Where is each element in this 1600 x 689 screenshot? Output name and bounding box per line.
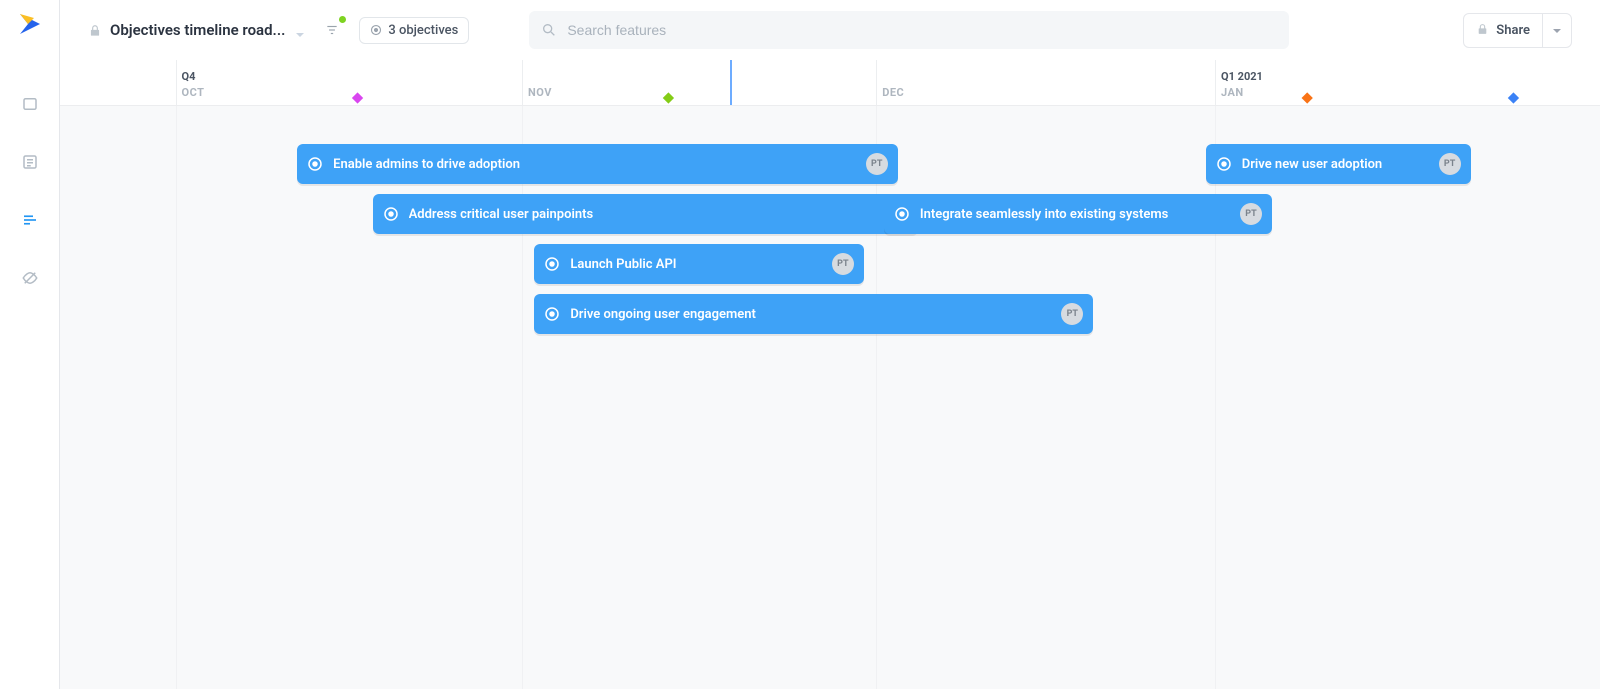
month-divider [1215,60,1216,105]
quarter-label: Q4 [182,70,196,83]
target-icon [307,156,323,172]
sidebar-item-board[interactable] [10,88,50,120]
sidebar-item-timeline[interactable] [10,204,50,236]
objective-label: Launch Public API [570,257,832,272]
month-divider [176,106,177,689]
milestone-marker-icon [1302,92,1313,103]
target-icon [370,24,382,36]
month-label: DEC [882,86,904,99]
assignee-avatar[interactable]: PT [1061,303,1083,325]
target-icon [544,256,560,272]
share-caret[interactable] [1543,14,1571,47]
target-icon [544,306,560,322]
assignee-avatar[interactable]: PT [1240,203,1262,225]
month-label: NOV [528,86,552,99]
milestone-marker-icon [1508,92,1519,103]
objectives-button[interactable]: 3 objectives [359,17,469,44]
lock-icon [88,23,102,37]
month-label: JAN [1221,86,1244,99]
objective-bar[interactable]: Enable admins to drive adoptionPT [297,144,898,184]
filter-active-dot [339,16,346,23]
milestone-marker-icon [663,92,674,103]
objective-label: Enable admins to drive adoption [333,157,866,172]
app-logo[interactable] [16,10,44,38]
page-title-group[interactable]: Objectives timeline road... [88,21,305,39]
month-label: OCT [182,86,205,99]
assignee-avatar[interactable]: PT [832,253,854,275]
month-divider [876,60,877,105]
timeline-body[interactable]: Enable admins to drive adoptionPTDrive n… [60,106,1600,689]
month-divider [522,60,523,105]
main-area: Objectives timeline road... 3 objectives [60,0,1600,689]
objective-label: Drive new user adoption [1242,157,1439,172]
assignee-avatar[interactable]: PT [1439,153,1461,175]
search-group [529,11,1289,49]
assignee-avatar[interactable]: PT [866,153,888,175]
topbar: Objectives timeline road... 3 objectives [60,0,1600,60]
objective-label: Address critical user painpoints [409,207,886,222]
share-label: Share [1496,23,1530,38]
sidebar [0,0,60,689]
filter-button[interactable] [319,17,345,43]
target-icon [1216,156,1232,172]
month-divider [176,60,177,105]
target-icon [894,206,910,222]
sidebar-item-list[interactable] [10,146,50,178]
objective-bar[interactable]: Integrate seamlessly into existing syste… [884,194,1272,234]
timeline[interactable]: OCTNOVDECJANQ4Q1 2021Major Marketing Lau… [60,60,1600,689]
page-title: Objectives timeline road... [110,21,285,39]
chevron-down-icon [295,25,305,35]
quarter-label: Q1 2021 [1221,70,1263,83]
objective-bar[interactable]: Launch Public APIPT [534,244,864,284]
target-icon [383,206,399,222]
lock-icon [1476,21,1489,40]
timeline-header: OCTNOVDECJANQ4Q1 2021Major Marketing Lau… [60,60,1600,106]
objective-label: Integrate seamlessly into existing syste… [920,207,1240,222]
objective-label: Drive ongoing user engagement [570,307,1061,322]
objective-bar[interactable]: Drive new user adoptionPT [1206,144,1471,184]
search-input[interactable] [529,11,1289,49]
objective-bar[interactable]: Drive ongoing user engagementPT [534,294,1093,334]
objectives-label: 3 objectives [388,23,458,38]
milestone-marker-icon [352,92,363,103]
sidebar-item-hidden[interactable] [10,262,50,294]
objective-bar[interactable]: Address critical user painpointsPT [373,194,918,234]
share-button[interactable]: Share [1463,13,1572,48]
now-line [730,60,732,105]
search-icon [541,22,557,38]
